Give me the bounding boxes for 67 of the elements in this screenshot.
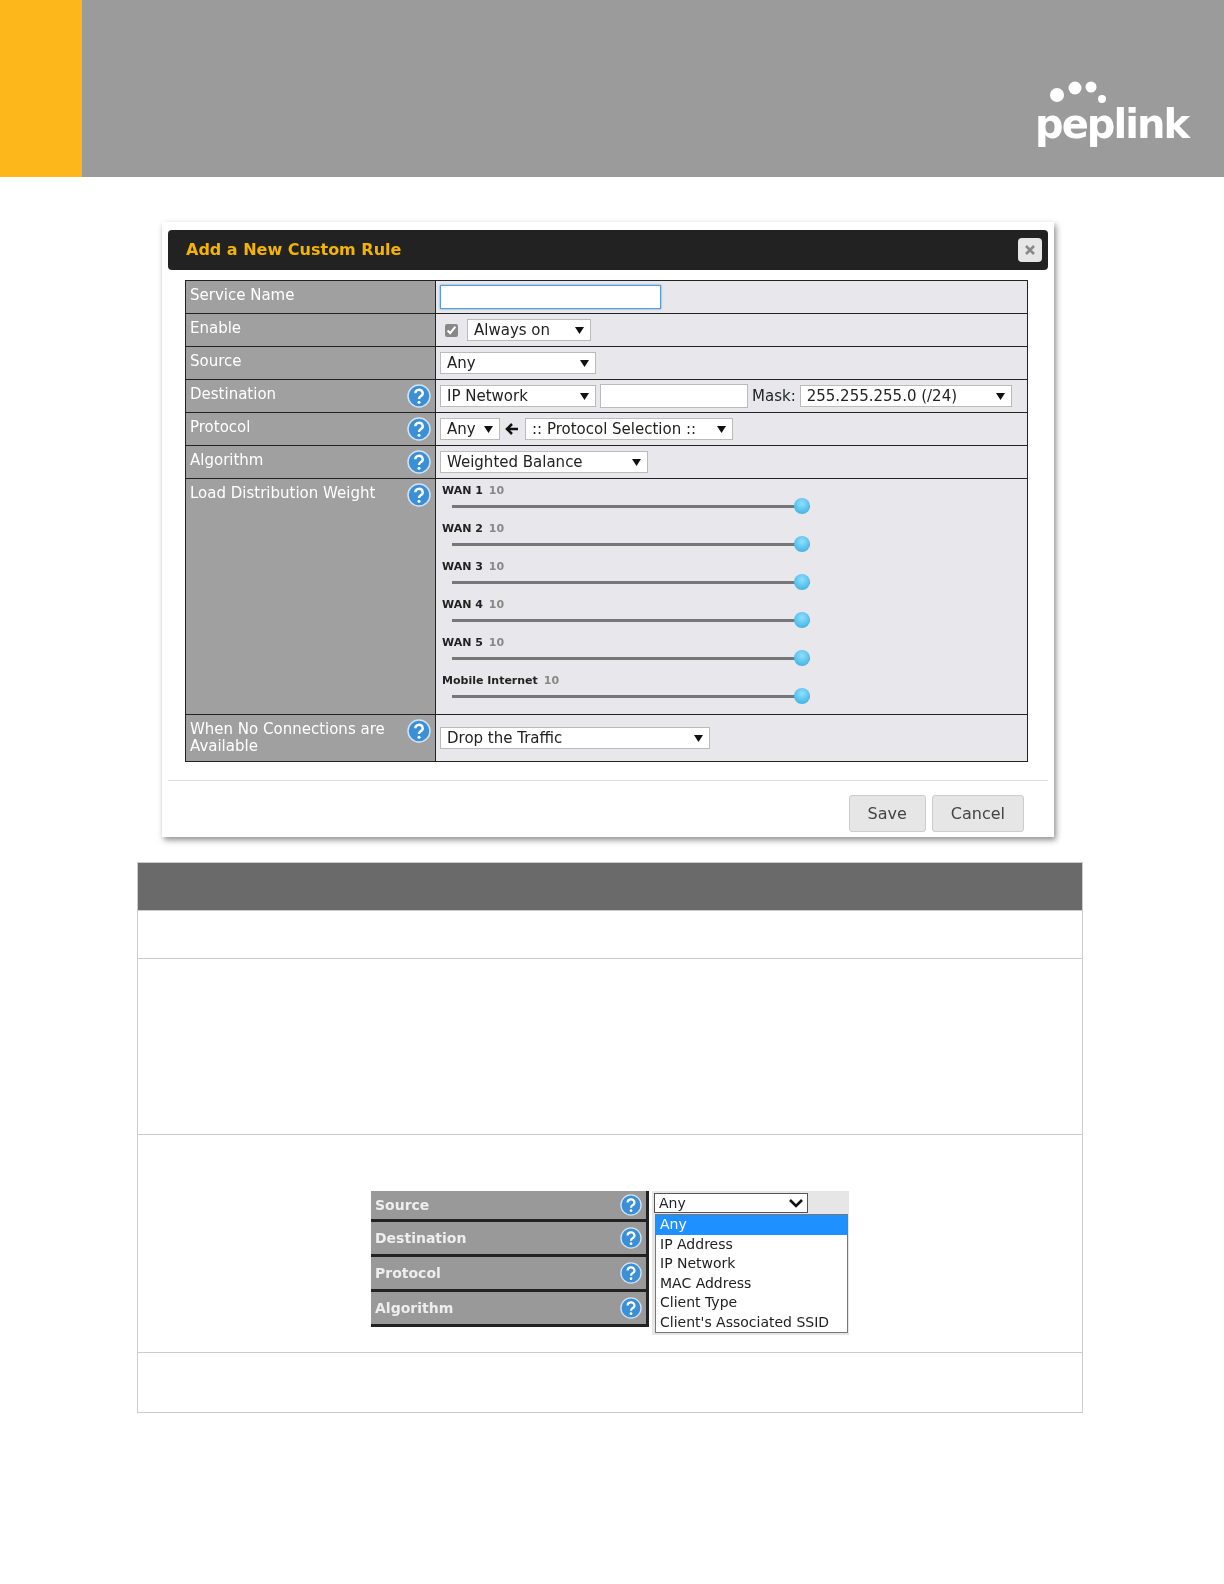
dropdown[interactable]: Any	[654, 1193, 808, 1213]
dropdown-option[interactable]: IP Address	[656, 1234, 847, 1254]
field-label: Enable	[190, 318, 243, 337]
row-label: Source	[375, 1195, 431, 1215]
dropdown-option[interactable]: Client's Associated SSID	[656, 1312, 847, 1332]
caret-icon	[632, 458, 641, 466]
close-button[interactable]	[1018, 238, 1042, 262]
slider-label: WAN 2	[442, 521, 483, 537]
slider-thumb[interactable]	[794, 688, 810, 704]
slider-thumb[interactable]	[794, 612, 810, 628]
slider-label: WAN 4	[442, 597, 483, 613]
field-label: Algorithm	[190, 450, 265, 469]
dropdown[interactable]: Always on	[467, 319, 591, 341]
dropdown[interactable]: IP Network	[440, 385, 596, 407]
chevron-icon	[789, 1198, 803, 1208]
row-label: Protocol	[375, 1263, 442, 1283]
caret-icon	[580, 392, 589, 400]
caret-icon	[575, 326, 584, 334]
dropdown[interactable]: 255.255.255.0 (/24)	[799, 385, 1012, 407]
caret-icon	[717, 425, 726, 433]
slider-value: 10	[488, 635, 505, 651]
dialog-button[interactable]: Cancel	[931, 795, 1024, 832]
dropdown-option[interactable]: Client Type	[656, 1293, 847, 1313]
slider-value: 10	[488, 559, 505, 575]
slider-value: 10	[488, 521, 505, 537]
arrow-left-icon	[505, 422, 520, 436]
slider-value: 10	[543, 673, 560, 689]
dropdown-option[interactable]: IP Network	[656, 1254, 847, 1274]
help-icon	[620, 1262, 642, 1284]
slider-value: 10	[488, 597, 505, 613]
caret-icon	[580, 359, 589, 367]
slider-label: WAN 3	[442, 559, 483, 575]
caret-icon	[694, 734, 703, 742]
slider-label: WAN 5	[442, 635, 483, 651]
mask-label: Mask:	[752, 385, 796, 407]
slider-thumb[interactable]	[794, 574, 810, 590]
close-icon	[1025, 245, 1035, 255]
checkbox[interactable]	[445, 323, 458, 337]
dropdown[interactable]: :: Protocol Selection ::	[525, 418, 733, 440]
field-label: Destination	[190, 384, 278, 403]
row-label: Algorithm	[375, 1298, 455, 1318]
dropdown[interactable]: Weighted Balance	[440, 451, 648, 473]
text-field[interactable]	[440, 285, 661, 309]
field-label: Source	[190, 351, 243, 370]
dropdown[interactable]: Drop the Traffic	[440, 727, 710, 749]
row-label: Destination	[375, 1228, 468, 1248]
help-icon	[620, 1227, 642, 1249]
caret-icon	[995, 392, 1005, 400]
caret-icon	[484, 425, 493, 433]
slider-thumb[interactable]	[794, 650, 810, 666]
slider-value: 10	[488, 483, 505, 499]
field-label: Load Distribution Weight	[190, 483, 377, 502]
dialog-title: Add a New Custom Rule	[186, 239, 402, 261]
slider-thumb[interactable]	[794, 498, 810, 514]
dropdown[interactable]: Any	[440, 352, 596, 374]
field-label: Protocol	[190, 417, 252, 436]
slider-label: WAN 1	[442, 483, 483, 499]
help-icon	[620, 1297, 642, 1319]
slider-thumb[interactable]	[794, 536, 810, 552]
dialog-button[interactable]: Save	[848, 795, 926, 832]
slider-label: Mobile Internet	[442, 673, 538, 689]
dropdown[interactable]: Any	[440, 418, 500, 440]
help-icon	[620, 1194, 642, 1216]
text-field[interactable]	[600, 384, 748, 408]
field-label: Service Name	[190, 285, 296, 304]
field-label: When No Connections are Available	[190, 719, 386, 755]
dropdown-option[interactable]: MAC Address	[656, 1273, 847, 1293]
